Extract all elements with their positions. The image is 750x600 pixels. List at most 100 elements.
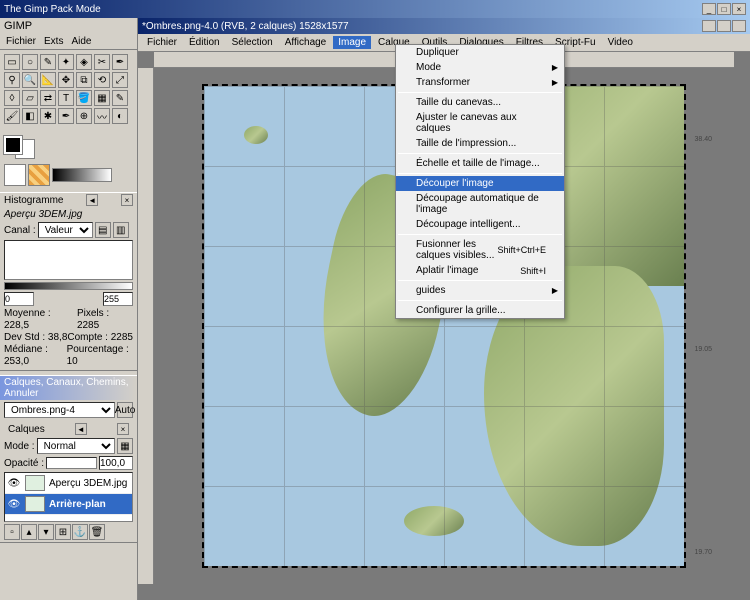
menu-item-mode[interactable]: Mode▶	[396, 60, 564, 75]
menu-item-duplicate[interactable]: Dupliquer	[396, 45, 564, 60]
tool-bucket[interactable]: 🪣	[76, 90, 92, 106]
tool-measure[interactable]: 📐	[40, 72, 56, 88]
tool-paths[interactable]: ✒	[112, 54, 128, 70]
tool-dodge[interactable]: ◐	[112, 108, 128, 124]
tool-color-select[interactable]: ◈	[76, 54, 92, 70]
new-layer-icon[interactable]: ▫	[4, 524, 20, 540]
tool-scale[interactable]: ⤢	[112, 72, 128, 88]
menu-video[interactable]: Video	[603, 36, 638, 49]
tool-clone[interactable]: ⊕	[76, 108, 92, 124]
layers-tab[interactable]: Calques	[8, 424, 45, 435]
menu-separator	[398, 153, 562, 154]
doc-minimize-button[interactable]	[702, 20, 716, 32]
close-button[interactable]: ×	[732, 3, 746, 15]
menu-fichier[interactable]: Fichier	[142, 36, 182, 49]
tool-text[interactable]: T	[58, 90, 74, 106]
tool-smudge[interactable]: 〰	[94, 108, 110, 124]
menu-item-print-size[interactable]: Taille de l'impression...	[396, 136, 564, 151]
menu-item-autocrop[interactable]: Découpage automatique de l'image	[396, 191, 564, 217]
duplicate-layer-icon[interactable]: ⊞	[55, 524, 71, 540]
channel-label: Canal :	[4, 225, 36, 236]
menu-item-fit-canvas[interactable]: Ajuster le canevas aux calques	[396, 110, 564, 136]
active-brush[interactable]	[4, 164, 26, 186]
tool-rectangle-select[interactable]: ▭	[4, 54, 20, 70]
menu-item-flatten[interactable]: Aplatir l'imageShift+I	[396, 263, 564, 278]
histogram-close[interactable]: ◄	[86, 194, 98, 206]
tool-blend[interactable]: ▦	[94, 90, 110, 106]
layer-row[interactable]: 👁 Arrière-plan	[5, 494, 132, 515]
tool-scissors[interactable]: ✂	[94, 54, 110, 70]
menu-item-transform[interactable]: Transformer▶	[396, 75, 564, 90]
menu-item-canvas-size[interactable]: Taille du canevas...	[396, 95, 564, 110]
menu-affichage[interactable]: Affichage	[280, 36, 332, 49]
menu-selection[interactable]: Sélection	[227, 36, 278, 49]
tool-ink[interactable]: ✒	[58, 108, 74, 124]
menu-item-guides[interactable]: guides▶	[396, 283, 564, 298]
tool-free-select[interactable]: ✎	[40, 54, 56, 70]
range-min-input[interactable]	[4, 292, 34, 306]
app-title: The Gimp Pack Mode	[4, 4, 101, 15]
tool-shear[interactable]: ◊	[4, 90, 20, 106]
visibility-icon[interactable]: 👁	[7, 476, 21, 490]
layer-name: Aperçu 3DEM.jpg	[49, 478, 127, 489]
maximize-button[interactable]: □	[717, 3, 731, 15]
doc-close-button[interactable]	[732, 20, 746, 32]
menu-file[interactable]: Fichier	[6, 36, 36, 47]
tool-flip[interactable]: ⇄	[40, 90, 56, 106]
tool-fuzzy-select[interactable]: ✦	[58, 54, 74, 70]
tool-move[interactable]: ✥	[58, 72, 74, 88]
layers-dock-title: Calques, Canaux, Chemins, Annuler	[4, 377, 133, 399]
tool-picker[interactable]: ⚲	[4, 72, 20, 88]
image-selector[interactable]: Ombres.png-4	[4, 402, 115, 418]
auto-button[interactable]: Auto	[117, 402, 133, 418]
layers-close-icon[interactable]: ×	[117, 423, 129, 435]
tool-brush[interactable]: 🖌	[4, 108, 20, 124]
menu-item-crop-image[interactable]: Découper l'image	[396, 176, 564, 191]
tools-grid: ▭ ○ ✎ ✦ ◈ ✂ ✒ ⚲ 🔍 📐 ✥ ⧉ ⟲ ⤢ ◊ ▱ ⇄ T 🪣 ▦ …	[0, 50, 137, 128]
tool-rotate[interactable]: ⟲	[94, 72, 110, 88]
raise-layer-icon[interactable]: ▴	[21, 524, 37, 540]
menu-item-configure-grid[interactable]: Configurer la grille...	[396, 303, 564, 318]
minimize-button[interactable]: _	[702, 3, 716, 15]
submenu-arrow-icon: ▶	[552, 63, 558, 72]
menu-image[interactable]: Image	[333, 36, 371, 49]
mode-select[interactable]: Normal	[37, 438, 115, 454]
opacity-input[interactable]	[99, 456, 133, 470]
menu-item-merge-visible[interactable]: Fusionner les calques visibles...Shift+C…	[396, 237, 564, 263]
histogram-display	[4, 240, 133, 280]
range-max-input[interactable]	[103, 292, 133, 306]
lock-alpha-icon[interactable]: ▦	[117, 438, 133, 454]
menu-edition[interactable]: Édition	[184, 36, 225, 49]
tool-perspective[interactable]: ▱	[22, 90, 38, 106]
menu-separator	[398, 234, 562, 235]
menu-help[interactable]: Aide	[71, 36, 91, 47]
menu-item-scale-image[interactable]: Échelle et taille de l'image...	[396, 156, 564, 171]
layers-menu-icon[interactable]: ◄	[75, 423, 87, 435]
document-titlebar: *Ombres.png-4.0 (RVB, 2 calques) 1528x15…	[138, 18, 750, 34]
layer-row[interactable]: 👁 Aperçu 3DEM.jpg	[5, 473, 132, 494]
histogram-log-icon[interactable]: ▥	[113, 222, 129, 238]
delete-layer-icon[interactable]: 🗑	[89, 524, 105, 540]
doc-maximize-button[interactable]	[717, 20, 731, 32]
menu-separator	[398, 173, 562, 174]
histogram-linear-icon[interactable]: ▤	[95, 222, 111, 238]
tool-ellipse-select[interactable]: ○	[22, 54, 38, 70]
tool-zoom[interactable]: 🔍	[22, 72, 38, 88]
tool-eraser[interactable]: ◧	[22, 108, 38, 124]
opacity-slider[interactable]	[46, 457, 97, 469]
active-pattern[interactable]	[28, 164, 50, 186]
active-gradient[interactable]	[52, 168, 112, 182]
layer-name: Arrière-plan	[49, 499, 106, 510]
histogram-close-x[interactable]: ×	[121, 194, 133, 206]
tool-crop[interactable]: ⧉	[76, 72, 92, 88]
tool-airbrush[interactable]: ✱	[40, 108, 56, 124]
tool-pencil[interactable]: ✎	[112, 90, 128, 106]
channel-select[interactable]: Valeur	[38, 222, 93, 238]
menu-item-zealous-crop[interactable]: Découpage intelligent...	[396, 217, 564, 232]
visibility-icon[interactable]: 👁	[7, 497, 21, 511]
lower-layer-icon[interactable]: ▾	[38, 524, 54, 540]
menu-exts[interactable]: Exts	[44, 36, 63, 47]
menu-separator	[398, 92, 562, 93]
anchor-layer-icon[interactable]: ⚓	[72, 524, 88, 540]
foreground-color[interactable]	[4, 136, 22, 154]
